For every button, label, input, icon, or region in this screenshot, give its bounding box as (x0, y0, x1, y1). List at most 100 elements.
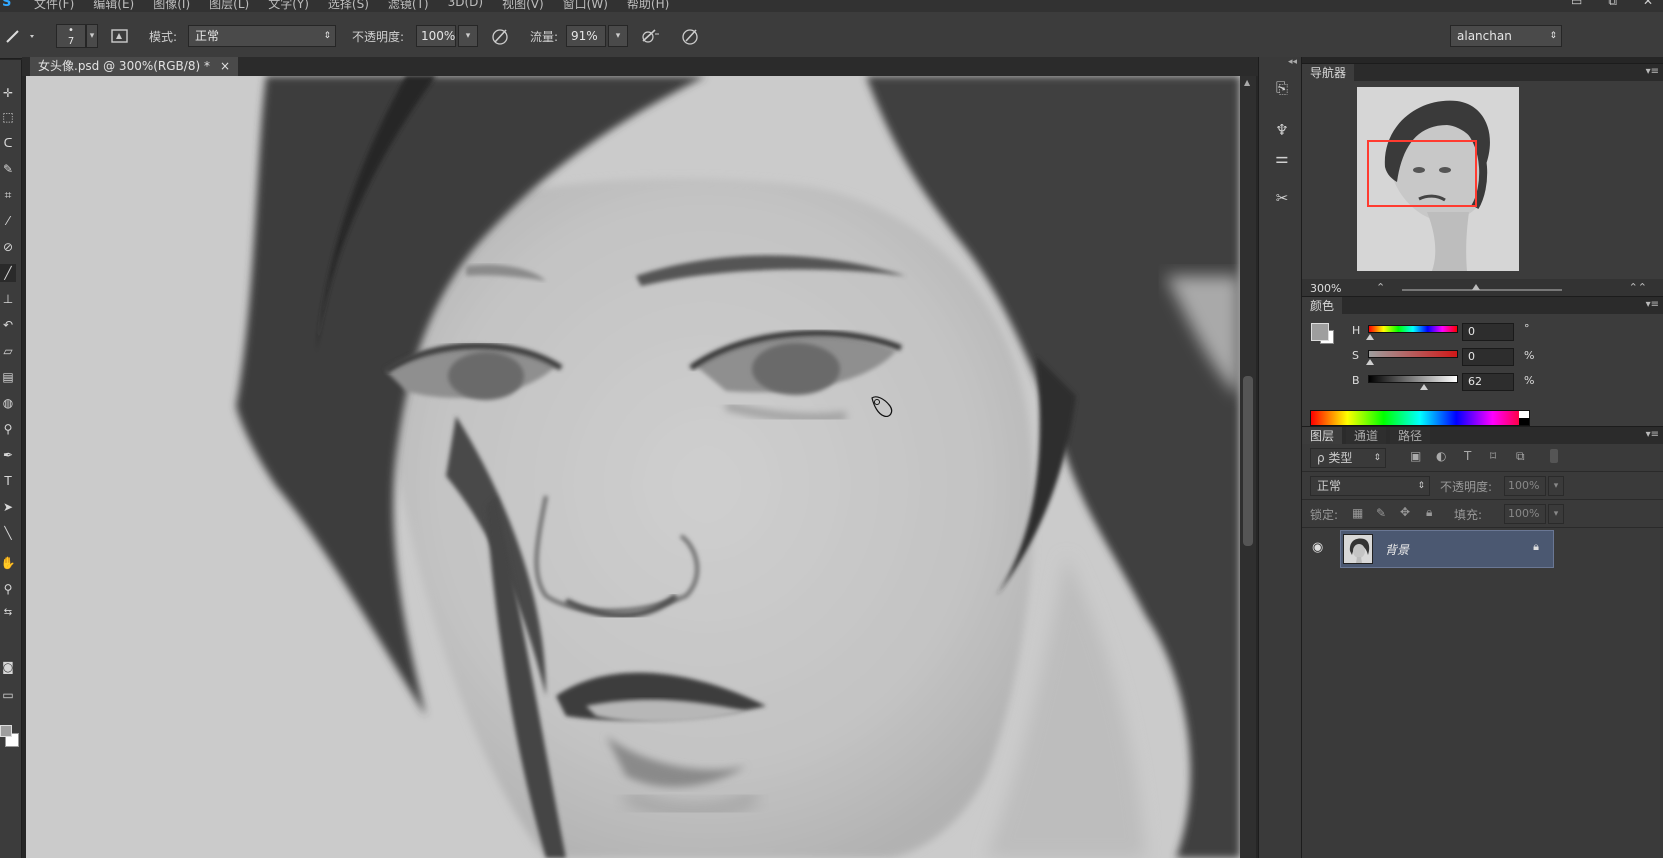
brush-size-picker[interactable]: • 7 ▾ (56, 24, 98, 48)
move-tool-icon[interactable]: ✛ (0, 84, 16, 102)
menu-select[interactable]: 选择(S) (328, 0, 369, 12)
fill-input[interactable]: 100% (1504, 504, 1546, 524)
foreground-color-swatch[interactable] (0, 725, 12, 737)
adjustments-icon[interactable]: ⚌ (1271, 147, 1293, 169)
layer-row[interactable]: ◉ 背景 🔒︎ (1302, 530, 1663, 570)
chevron-down-icon[interactable]: ▾ (608, 25, 628, 47)
flow-input[interactable]: 91% (566, 25, 606, 47)
visibility-eye-icon[interactable]: ◉ (1312, 540, 1323, 555)
zoom-in-icon[interactable]: ⌃⌃ (1629, 281, 1647, 294)
lock-pixels-icon[interactable]: ✎ (1376, 506, 1386, 520)
brightness-slider-knob[interactable] (1419, 384, 1428, 390)
scroll-up-icon[interactable]: ▲ (1244, 78, 1250, 87)
menu-file[interactable]: 文件(F) (34, 0, 74, 12)
zoom-out-icon[interactable]: ⌃ (1376, 281, 1385, 294)
history-brush-tool-icon[interactable]: ↶ (0, 316, 16, 334)
dodge-tool-icon[interactable]: ⚲ (0, 420, 16, 438)
hue-input[interactable]: 0 (1462, 323, 1514, 341)
menu-type[interactable]: 文字(Y) (268, 0, 309, 12)
swap-colors-icon[interactable]: ⇆ (0, 604, 16, 622)
saturation-slider[interactable] (1368, 350, 1458, 358)
brightness-slider[interactable] (1368, 375, 1458, 383)
black-white-swatch[interactable] (1519, 411, 1529, 425)
navigator-view-box[interactable] (1367, 140, 1477, 207)
layers-tab[interactable]: 图层 (1302, 427, 1343, 445)
lock-position-icon[interactable]: ✥ (1400, 505, 1410, 519)
layer-filter-select[interactable]: ρ 类型 ⇕ (1310, 448, 1386, 468)
pressure-size-toggle[interactable] (680, 25, 700, 47)
marquee-tool-icon[interactable]: ⬚ (0, 108, 16, 126)
blend-mode-select[interactable]: 正常 ⇕ (1310, 476, 1430, 496)
zoom-level[interactable]: 300% (1310, 282, 1341, 295)
eraser-tool-icon[interactable]: ▱ (0, 342, 16, 360)
color-spectrum-ramp[interactable] (1310, 410, 1530, 426)
menu-3d[interactable]: 3D(D) (448, 0, 483, 12)
restore-icon[interactable]: ⧉ (1608, 0, 1617, 9)
collapse-dock-icon[interactable]: ◂◂ (1288, 57, 1297, 67)
lasso-tool-icon[interactable]: ᑕ (0, 134, 16, 152)
navigator-tab[interactable]: 导航器 (1302, 64, 1355, 82)
canvas-vertical-scrollbar[interactable]: ▲ (1240, 76, 1256, 858)
layer-opacity-input[interactable]: 100% (1504, 476, 1546, 496)
lock-transparent-icon[interactable]: ▦ (1352, 506, 1363, 520)
mode-select[interactable]: 正常 ⇕ (188, 25, 336, 47)
document-tab[interactable]: 女头像.psd @ 300%(RGB/8) * × (30, 57, 239, 76)
blur-tool-icon[interactable]: ◍ (0, 394, 16, 412)
brush-tool-icon[interactable]: ╱ (0, 264, 16, 282)
tool-preset-picker[interactable] (4, 25, 38, 47)
flow-control[interactable]: 91% ▾ (566, 25, 628, 47)
filter-toggle-switch[interactable] (1550, 449, 1558, 463)
navigator-preview[interactable] (1357, 87, 1519, 271)
menu-edit[interactable]: 编辑(E) (93, 0, 134, 12)
minimize-icon[interactable]: ▭ (1571, 0, 1582, 9)
screen-mode-icon[interactable]: ▭ (0, 686, 16, 704)
opacity-input[interactable]: 100% (416, 25, 456, 47)
tool-presets-icon[interactable]: ✂ (1271, 187, 1293, 209)
close-tab-icon[interactable]: × (220, 57, 230, 76)
menu-layer[interactable]: 图层(L) (209, 0, 249, 12)
chevron-down-icon[interactable]: ▾ (1548, 504, 1564, 524)
zoom-tool-icon[interactable]: ⚲ (0, 580, 16, 598)
filter-type-icon[interactable]: T (1464, 449, 1471, 463)
menu-help[interactable]: 帮助(H) (627, 0, 669, 12)
shape-tool-icon[interactable]: ╲ (0, 524, 16, 542)
scrollbar-thumb[interactable] (1243, 376, 1253, 546)
menu-view[interactable]: 视图(V) (502, 0, 544, 12)
document-canvas[interactable] (26, 76, 1240, 858)
menu-window[interactable]: 窗口(W) (563, 0, 608, 12)
chevron-down-icon[interactable]: ▾ (86, 24, 98, 48)
lock-all-icon[interactable]: 🔒︎ (1426, 505, 1432, 520)
hue-slider[interactable] (1368, 325, 1458, 333)
chevron-down-icon[interactable]: ▾ (1548, 476, 1564, 496)
panel-menu-icon[interactable]: ▾≡ (1646, 429, 1659, 440)
airbrush-toggle[interactable] (640, 25, 662, 47)
panel-menu-icon[interactable]: ▾≡ (1646, 299, 1659, 310)
color-tab[interactable]: 颜色 (1302, 297, 1343, 315)
pressure-opacity-toggle[interactable] (490, 25, 510, 47)
filter-shape-icon[interactable]: ⌑ (1490, 449, 1496, 463)
filter-adjustment-icon[interactable]: ◐ (1436, 449, 1446, 463)
path-select-tool-icon[interactable]: ➤ (0, 498, 16, 516)
history-panel-icon[interactable]: ⎘ (1271, 77, 1293, 99)
hue-slider-knob[interactable] (1366, 334, 1374, 340)
brush-panel-toggle[interactable] (110, 25, 130, 47)
type-tool-icon[interactable]: T (0, 472, 16, 490)
layer-background[interactable]: 背景 🔒︎ (1340, 530, 1554, 568)
saturation-slider-knob[interactable] (1366, 359, 1374, 365)
foreground-color-chip[interactable] (1311, 323, 1329, 341)
gradient-tool-icon[interactable]: ▤ (0, 368, 16, 386)
close-window-icon[interactable]: ✕ (1643, 0, 1653, 9)
brightness-input[interactable]: 62 (1462, 373, 1514, 391)
quick-mask-icon[interactable]: ◙ (0, 658, 16, 676)
workspace-select[interactable]: alanchan ⇕ (1450, 25, 1562, 47)
paths-tab[interactable]: 路径 (1390, 427, 1431, 445)
chevron-down-icon[interactable]: ▾ (458, 25, 478, 47)
pen-tool-icon[interactable]: ✒ (0, 446, 16, 464)
hand-tool-icon[interactable]: ✋ (0, 554, 16, 572)
healing-brush-tool-icon[interactable]: ⊘ (0, 238, 16, 256)
crop-tool-icon[interactable]: ⌗ (0, 186, 16, 204)
quick-select-tool-icon[interactable]: ✎ (0, 160, 16, 178)
channels-tab[interactable]: 通道 (1346, 427, 1387, 445)
panel-menu-icon[interactable]: ▾≡ (1646, 66, 1659, 77)
eyedropper-tool-icon[interactable]: ⁄ (0, 212, 16, 230)
